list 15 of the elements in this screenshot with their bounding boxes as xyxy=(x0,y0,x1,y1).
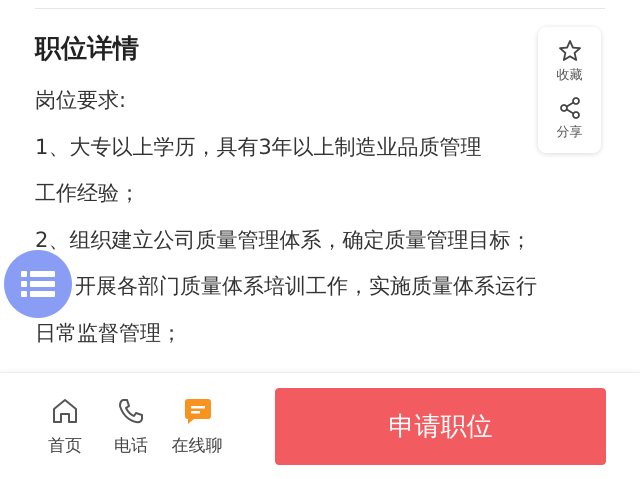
text-line: 日常监督管理； xyxy=(35,320,182,346)
text-line: 岗位要求: xyxy=(35,87,126,114)
share-icon xyxy=(558,96,582,120)
text-line: 工作经验； xyxy=(35,180,140,207)
nav-item[interactable]: 首页 xyxy=(32,396,98,456)
text-line: 2、组织建立公司质量管理体系，确定质量管理目标； xyxy=(35,226,532,254)
nav-item[interactable]: 在线聊 xyxy=(164,396,230,456)
nav-item[interactable]: 电话 xyxy=(98,396,164,456)
share-button[interactable]: 分享 xyxy=(538,90,601,147)
favorite-button[interactable]: 收藏 xyxy=(538,33,601,90)
list-icon xyxy=(21,270,55,298)
text-line: 1、大专以上学历，具有3年以上制造业品质管理 xyxy=(35,134,482,160)
text-line: 开展各部门质量体系培训工作，实施质量体系运行 xyxy=(75,273,537,300)
star-icon xyxy=(558,39,582,63)
section-title: 职位详情 xyxy=(35,33,139,66)
